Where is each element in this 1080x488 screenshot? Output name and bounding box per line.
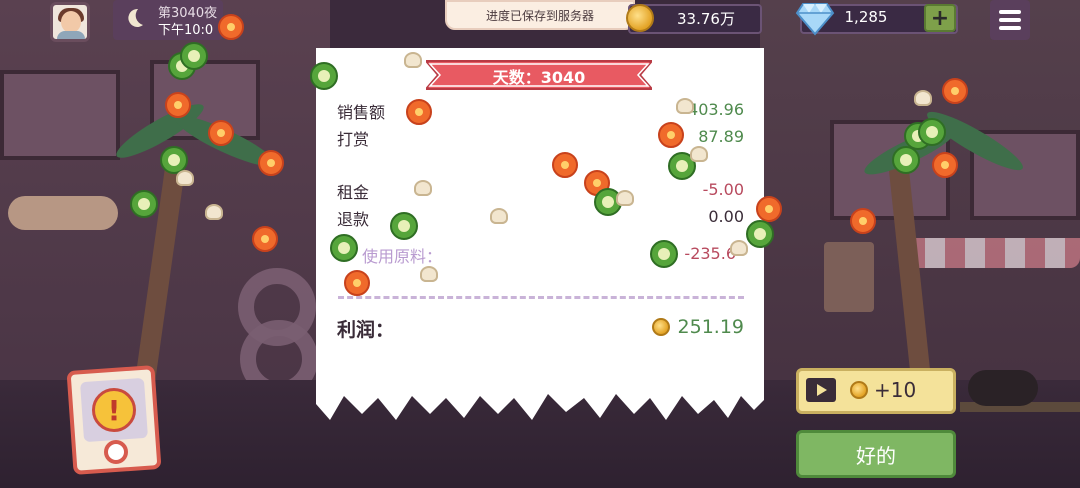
row-label-tips: 打赏 (337, 130, 370, 149)
garlic-icon (914, 90, 932, 106)
pepper-slice-icon (130, 190, 158, 218)
row-value-refund: 0.00 (708, 207, 744, 226)
profit-label: 利润： (337, 319, 395, 341)
birdhouse (824, 242, 874, 312)
garlic-icon (176, 170, 194, 186)
pepper-slice-icon (746, 220, 774, 248)
garlic-icon (616, 190, 634, 206)
row-value-rent: -5.00 (702, 180, 744, 199)
day-banner-text: 天数：3040 (492, 68, 586, 87)
alert-icon: ! (92, 388, 136, 432)
row-label-rent: 租金 (337, 183, 370, 202)
tomato-slice-icon (344, 270, 370, 296)
tomato-slice-icon (942, 78, 968, 104)
tomato-slice-icon (850, 208, 876, 234)
time-label: 下午10:0 (158, 23, 214, 38)
play-icon (806, 378, 836, 402)
pepper-slice-icon (180, 42, 208, 70)
tomato-slice-icon (165, 92, 191, 118)
moon-icon (128, 8, 143, 27)
coin-icon (850, 381, 868, 399)
player-avatar[interactable] (50, 2, 90, 42)
pepper-slice-icon (310, 62, 338, 90)
garlic-icon (205, 204, 223, 220)
row-label-ingredients: 使用原料： (362, 247, 443, 266)
row-value-tips: 87.89 (698, 127, 744, 146)
coin-value: 33.76万 (677, 10, 735, 28)
tomato-slice-icon (406, 99, 432, 125)
menu-button[interactable] (990, 0, 1030, 40)
garlic-icon (420, 266, 438, 282)
add-gems-button[interactable]: + (924, 4, 956, 32)
garlic-icon (414, 180, 432, 196)
pepper-slice-icon (892, 146, 920, 174)
tomato-slice-icon (658, 122, 684, 148)
gem-icon (795, 3, 835, 36)
menu-icon (999, 10, 1021, 14)
tomato-slice-icon (258, 150, 284, 176)
garlic-icon (490, 208, 508, 224)
tomato-slice-icon (218, 14, 244, 40)
garlic-icon (404, 52, 422, 68)
tomato-slice-icon (552, 152, 578, 178)
row-label-sales: 销售额 (337, 103, 386, 122)
pepper-slice-icon (330, 234, 358, 262)
garlic-icon (690, 146, 708, 162)
row-label-refund: 退款 (337, 210, 370, 229)
window (0, 70, 120, 160)
alert-dot (104, 440, 128, 464)
receipt-divider (338, 296, 744, 299)
pepper-slice-icon (650, 240, 678, 268)
ad-reward-label: +10 (874, 378, 917, 402)
tomato-slice-icon (252, 226, 278, 252)
pepper-slice-icon (390, 212, 418, 240)
tomato-slice-icon (932, 152, 958, 178)
tomato-slice-icon (208, 120, 234, 146)
bone-sign (8, 196, 118, 230)
garlic-icon (676, 98, 694, 114)
profit-value: 251.19 (677, 316, 744, 338)
tomato-slice-icon (756, 196, 782, 222)
coin-icon (626, 4, 654, 32)
gem-value: 1,285 (844, 8, 888, 26)
pepper-slice-icon (918, 118, 946, 146)
save-toast: 进度已保存到服务器 (445, 0, 635, 30)
awning (905, 238, 1080, 268)
garlic-icon (730, 240, 748, 256)
ok-button[interactable]: 好的 (796, 430, 956, 478)
cat (968, 370, 1038, 406)
